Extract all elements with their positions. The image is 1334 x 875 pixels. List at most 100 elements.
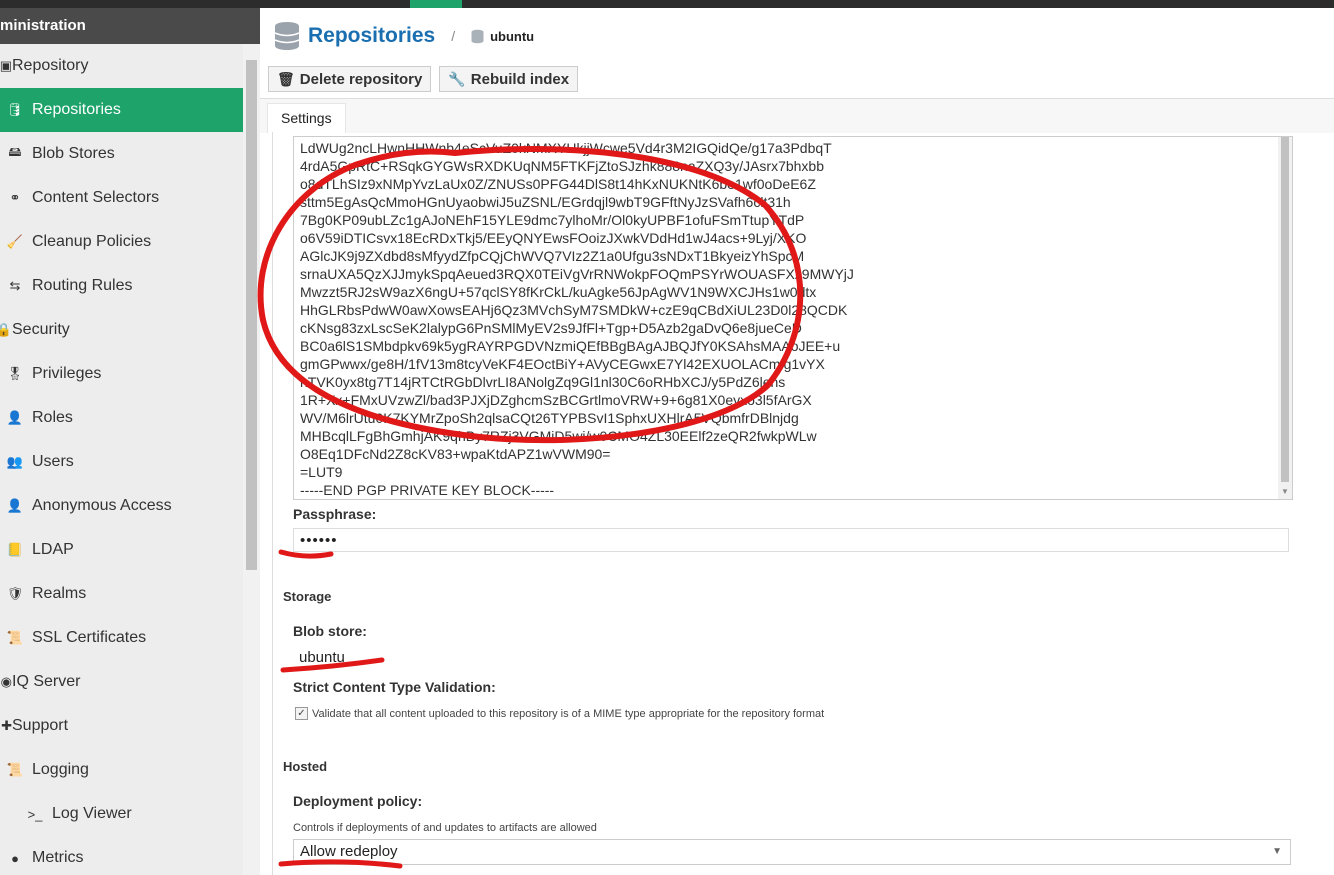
- sidebar-item-routing-rules[interactable]: ⇆ Routing Rules: [0, 264, 243, 308]
- strict-content-checkbox[interactable]: ✓: [295, 707, 308, 720]
- scroll-icon: 📜: [6, 762, 24, 777]
- key-scroll-thumb[interactable]: [1281, 137, 1289, 482]
- route-icon: ⇆: [9, 278, 21, 293]
- key-line: 7Bg0KP09ubLZc1gAJoNEhF15YLE9dmc7ylhoMr/O…: [300, 212, 805, 228]
- tab-settings[interactable]: Settings: [267, 103, 346, 133]
- sidebar-item-logging[interactable]: 📜 Logging: [0, 748, 243, 792]
- toolbar: 🗑 Delete repository 🔧 Rebuild index: [268, 66, 579, 92]
- sidebar-item-label: Users: [32, 453, 74, 470]
- trash-icon: 🗑: [277, 70, 295, 87]
- key-scrollbar[interactable]: ▼: [1278, 137, 1292, 499]
- broom-icon: 🧹: [6, 234, 24, 249]
- deployment-policy-label: Deployment policy:: [293, 793, 423, 809]
- page-title[interactable]: Repositories: [308, 24, 435, 48]
- key-line: o8dTLhSIz9xNMpYvzLaUx0Z/ZNUSs0PFG44DlS8t…: [300, 176, 816, 192]
- sidebar-item-label: Realms: [32, 585, 87, 602]
- settings-panel: LdWUg2ncLHwnHHWnb4eScVuZ0kNMXYHkjjWcwe5V…: [272, 132, 1334, 875]
- breadcrumb-current: ubuntu: [490, 28, 535, 44]
- key-line: o6V59iDTICsvx18EcRDxTkj5/EEyQNYEwsFOoizJ…: [300, 230, 807, 246]
- pgp-key-textarea[interactable]: LdWUg2ncLHwnHHWnb4eScVuZ0kNMXYHkjjWcwe5V…: [293, 136, 1293, 500]
- sidebar-item-blob-stores[interactable]: 🖴 Blob Stores: [0, 132, 243, 176]
- key-line: BC0a6lS1SMbdpkv69k5ygRAYRPGDVNzmiQEfBBgB…: [300, 338, 841, 354]
- sidebar-item-label: SSL Certificates: [32, 629, 147, 646]
- sidebar-scrollbar[interactable]: [243, 44, 260, 875]
- sidebar-item-realms[interactable]: 🛡 Realms: [0, 572, 243, 616]
- database-small-icon: [471, 29, 484, 43]
- repository-icon: ▣: [0, 58, 12, 73]
- sidebar-item-log-viewer[interactable]: >_ Log Viewer: [0, 792, 243, 836]
- server-icon: 🖴: [8, 144, 22, 159]
- key-line: AGlcJK9j9ZXdbd8sMfyydZfpCQjChWVQ7VIz2Z1a…: [300, 248, 805, 264]
- chevron-down-icon[interactable]: ▼: [1272, 840, 1282, 864]
- sidebar-item-label: LDAP: [32, 541, 74, 558]
- strict-content-text: Validate that all content uploaded to th…: [312, 708, 825, 720]
- sidebar-item-repositories[interactable]: 🛢 Repositories: [0, 88, 243, 132]
- badge-icon: 🎖: [6, 366, 24, 381]
- hosted-section-title: Hosted: [283, 759, 328, 774]
- sidebar-item-label: Routing Rules: [32, 277, 133, 294]
- sidebar-items: ▣ Repository 🛢 Repositories 🖴 Blob Stores ⚭ Con…: [0, 44, 243, 875]
- sidebar-item-support[interactable]: ✚ Support: [0, 704, 243, 748]
- rebuild-index-label: Rebuild index: [470, 70, 570, 88]
- key-line: cKNsg83zxLscSeK2lalypG6PnSMlMyEV2s9JfFl+…: [300, 320, 802, 336]
- sidebar-item-roles[interactable]: 👤 Roles: [0, 396, 243, 440]
- key-line: WV/M6lrUtu0K7KYMrZpoSh2qlsaCQt26TYPBSvI1…: [300, 410, 799, 426]
- key-line: MHBcqlLFgBhGmhjAK9qhBy7RZj3VGMiD5wi/w0CM…: [300, 428, 817, 444]
- sidebar-item-security[interactable]: 🔒 Security: [0, 308, 243, 352]
- sidebar-item-content-selectors[interactable]: ⚭ Content Selectors: [0, 176, 243, 220]
- sidebar-item-label: Cleanup Policies: [32, 233, 152, 250]
- sidebar-item-metrics[interactable]: ● Metrics: [0, 836, 243, 875]
- sidebar-item-iq-server[interactable]: ◉ IQ Server: [0, 660, 243, 704]
- user-icon: 👤: [6, 498, 24, 513]
- key-line: LdWUg2ncLHwnHHWnb4eScVuZ0kNMXYHkjjWcwe5V…: [300, 140, 832, 156]
- sidebar-item-label: Security: [12, 321, 70, 338]
- sidebar-item-label: Support: [12, 717, 69, 734]
- rebuild-index-button[interactable]: 🔧 Rebuild index: [439, 66, 579, 92]
- database-icon: [274, 22, 300, 50]
- delete-repository-button[interactable]: 🗑 Delete repository: [268, 66, 432, 92]
- sidebar-item-label: Repository: [12, 57, 89, 74]
- sidebar-item-label: Roles: [32, 409, 73, 426]
- key-line: 1R+Xx+FMxUVzwZl/bad3PJXjDZghcmSzBCGrtlmo…: [300, 392, 812, 408]
- key-line: nTVK0yx8tg7T14jRTCtRGbDlvrLI8ANolgZq9Gl1…: [300, 374, 786, 390]
- sidebar-item-ssl-certificates[interactable]: 📜 SSL Certificates: [0, 616, 243, 660]
- key-line: 4rdA5GpRtC+RSqkGYGWsRXDKUqNM5FTKFjZtoSJz…: [300, 158, 825, 174]
- tab-bar: Settings: [260, 98, 1334, 133]
- strict-content-label: Strict Content Type Validation:: [293, 679, 496, 695]
- sidebar-item-label: Blob Stores: [32, 145, 115, 162]
- metrics-icon: ●: [11, 850, 19, 866]
- sidebar-item-users[interactable]: 👥 Users: [0, 440, 243, 484]
- storage-section-title: Storage: [283, 589, 332, 604]
- sidebar-item-ldap[interactable]: 📒 LDAP: [0, 528, 243, 572]
- scroll-down-icon[interactable]: ▼: [1281, 487, 1289, 496]
- sidebar-item-label: Anonymous Access: [32, 497, 172, 514]
- sidebar-item-privileges[interactable]: 🎖 Privileges: [0, 352, 243, 396]
- sidebar-item-cleanup-policies[interactable]: 🧹 Cleanup Policies: [0, 220, 243, 264]
- users-icon: 👥: [6, 454, 24, 469]
- top-bar: [0, 0, 1334, 8]
- key-line: gmGPwwx/ge8H/1fV13m8tcyVeKF4EOctBiY+AVyC…: [300, 356, 825, 372]
- key-line: srnaUXA5QzXJJmykSpqAeued3RQX0TEiVgVrRNWo…: [300, 266, 854, 282]
- blob-store-value: ubuntu: [299, 649, 345, 666]
- sidebar-item-label: Repositories: [32, 101, 121, 118]
- sidebar: ministration ▣ Repository 🛢 Repositories 🖴 Bl…: [0, 8, 260, 875]
- key-line: Mwzzt5RJ2sW9azX6ngU+57qclSY8fKrCkL/kuAgk…: [300, 284, 817, 300]
- delete-repository-label: Delete repository: [299, 70, 423, 88]
- roles-icon: 👤: [6, 410, 24, 425]
- support-icon: ✚: [1, 718, 12, 733]
- main-content: Repositories / ubuntu 🗑 Delete repository…: [260, 8, 1334, 875]
- sidebar-scroll-thumb[interactable]: [246, 60, 257, 570]
- key-line: -----END PGP PRIVATE KEY BLOCK-----: [300, 482, 555, 498]
- book-icon: 📒: [6, 542, 24, 557]
- key-line: sttm5EgAsQcMmoHGnUyaobwiJ5uZSNL/EGrdqjl9…: [300, 194, 791, 210]
- passphrase-input[interactable]: ••••••: [293, 528, 1289, 552]
- deployment-policy-select[interactable]: Allow redeploy ▼: [293, 839, 1291, 865]
- deployment-policy-help: Controls if deployments of and updates t…: [293, 822, 597, 834]
- sidebar-item-label: Log Viewer: [52, 805, 132, 822]
- database-icon: 🛢: [6, 102, 24, 117]
- top-bar-accent: [410, 0, 462, 8]
- pgp-key-text: LdWUg2ncLHwnHHWnb4eScVuZ0kNMXYHkjjWcwe5V…: [300, 139, 854, 499]
- sidebar-item-label: Privileges: [32, 365, 102, 382]
- sidebar-item-repository[interactable]: ▣ Repository: [0, 44, 243, 88]
- sidebar-item-anonymous-access[interactable]: 👤 Anonymous Access: [0, 484, 243, 528]
